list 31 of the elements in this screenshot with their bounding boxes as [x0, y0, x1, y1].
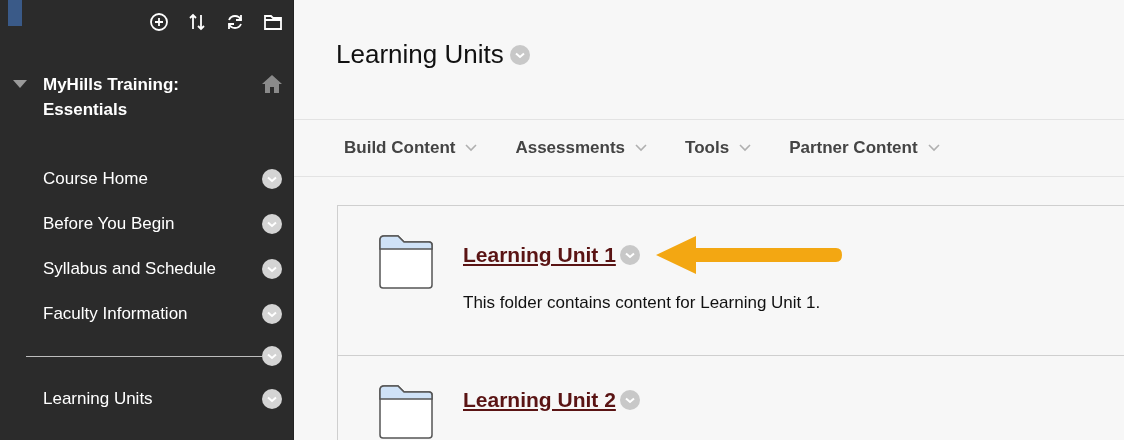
content-link[interactable]: Learning Unit 2 [463, 384, 616, 416]
chevron-down-icon [739, 144, 752, 153]
menu-item[interactable]: Learning Units [43, 385, 262, 412]
toolbar-menu[interactable]: Tools [685, 135, 752, 161]
menu-item[interactable]: Before You Begin [43, 210, 262, 237]
page-title: Learning Units [336, 38, 504, 72]
options-icon[interactable] [262, 303, 282, 324]
toolbar-menu[interactable]: Assessments [515, 135, 648, 161]
toolbar-menu[interactable]: Partner Content [789, 135, 940, 161]
folder-icon[interactable] [263, 12, 283, 32]
menu-item[interactable]: Course Home [43, 165, 262, 192]
options-icon[interactable] [262, 388, 282, 409]
toolbar-menu[interactable]: Build Content [344, 135, 478, 161]
sort-icon[interactable] [187, 12, 207, 32]
content-link[interactable]: Learning Unit 1 [463, 239, 616, 271]
options-icon[interactable] [262, 258, 282, 279]
home-icon[interactable] [261, 74, 283, 94]
content-description: This folder contains content for Learning Unit 1. [463, 292, 822, 314]
course-title: MyHills Training: Essentials [43, 74, 181, 121]
options-icon[interactable] [262, 168, 282, 189]
refresh-icon[interactable] [225, 12, 245, 32]
options-icon[interactable] [262, 213, 282, 234]
chevron-down-icon [635, 144, 648, 153]
menu-item[interactable]: Syllabus and Schedule [43, 255, 262, 282]
add-icon[interactable] [149, 12, 169, 32]
collapse-triangle-icon[interactable] [12, 78, 28, 90]
folder-icon [378, 234, 434, 290]
options-icon[interactable] [262, 346, 282, 366]
menu-item[interactable]: Faculty Information [43, 300, 262, 327]
chevron-down-icon [465, 144, 478, 153]
chevron-down-icon [927, 144, 940, 153]
